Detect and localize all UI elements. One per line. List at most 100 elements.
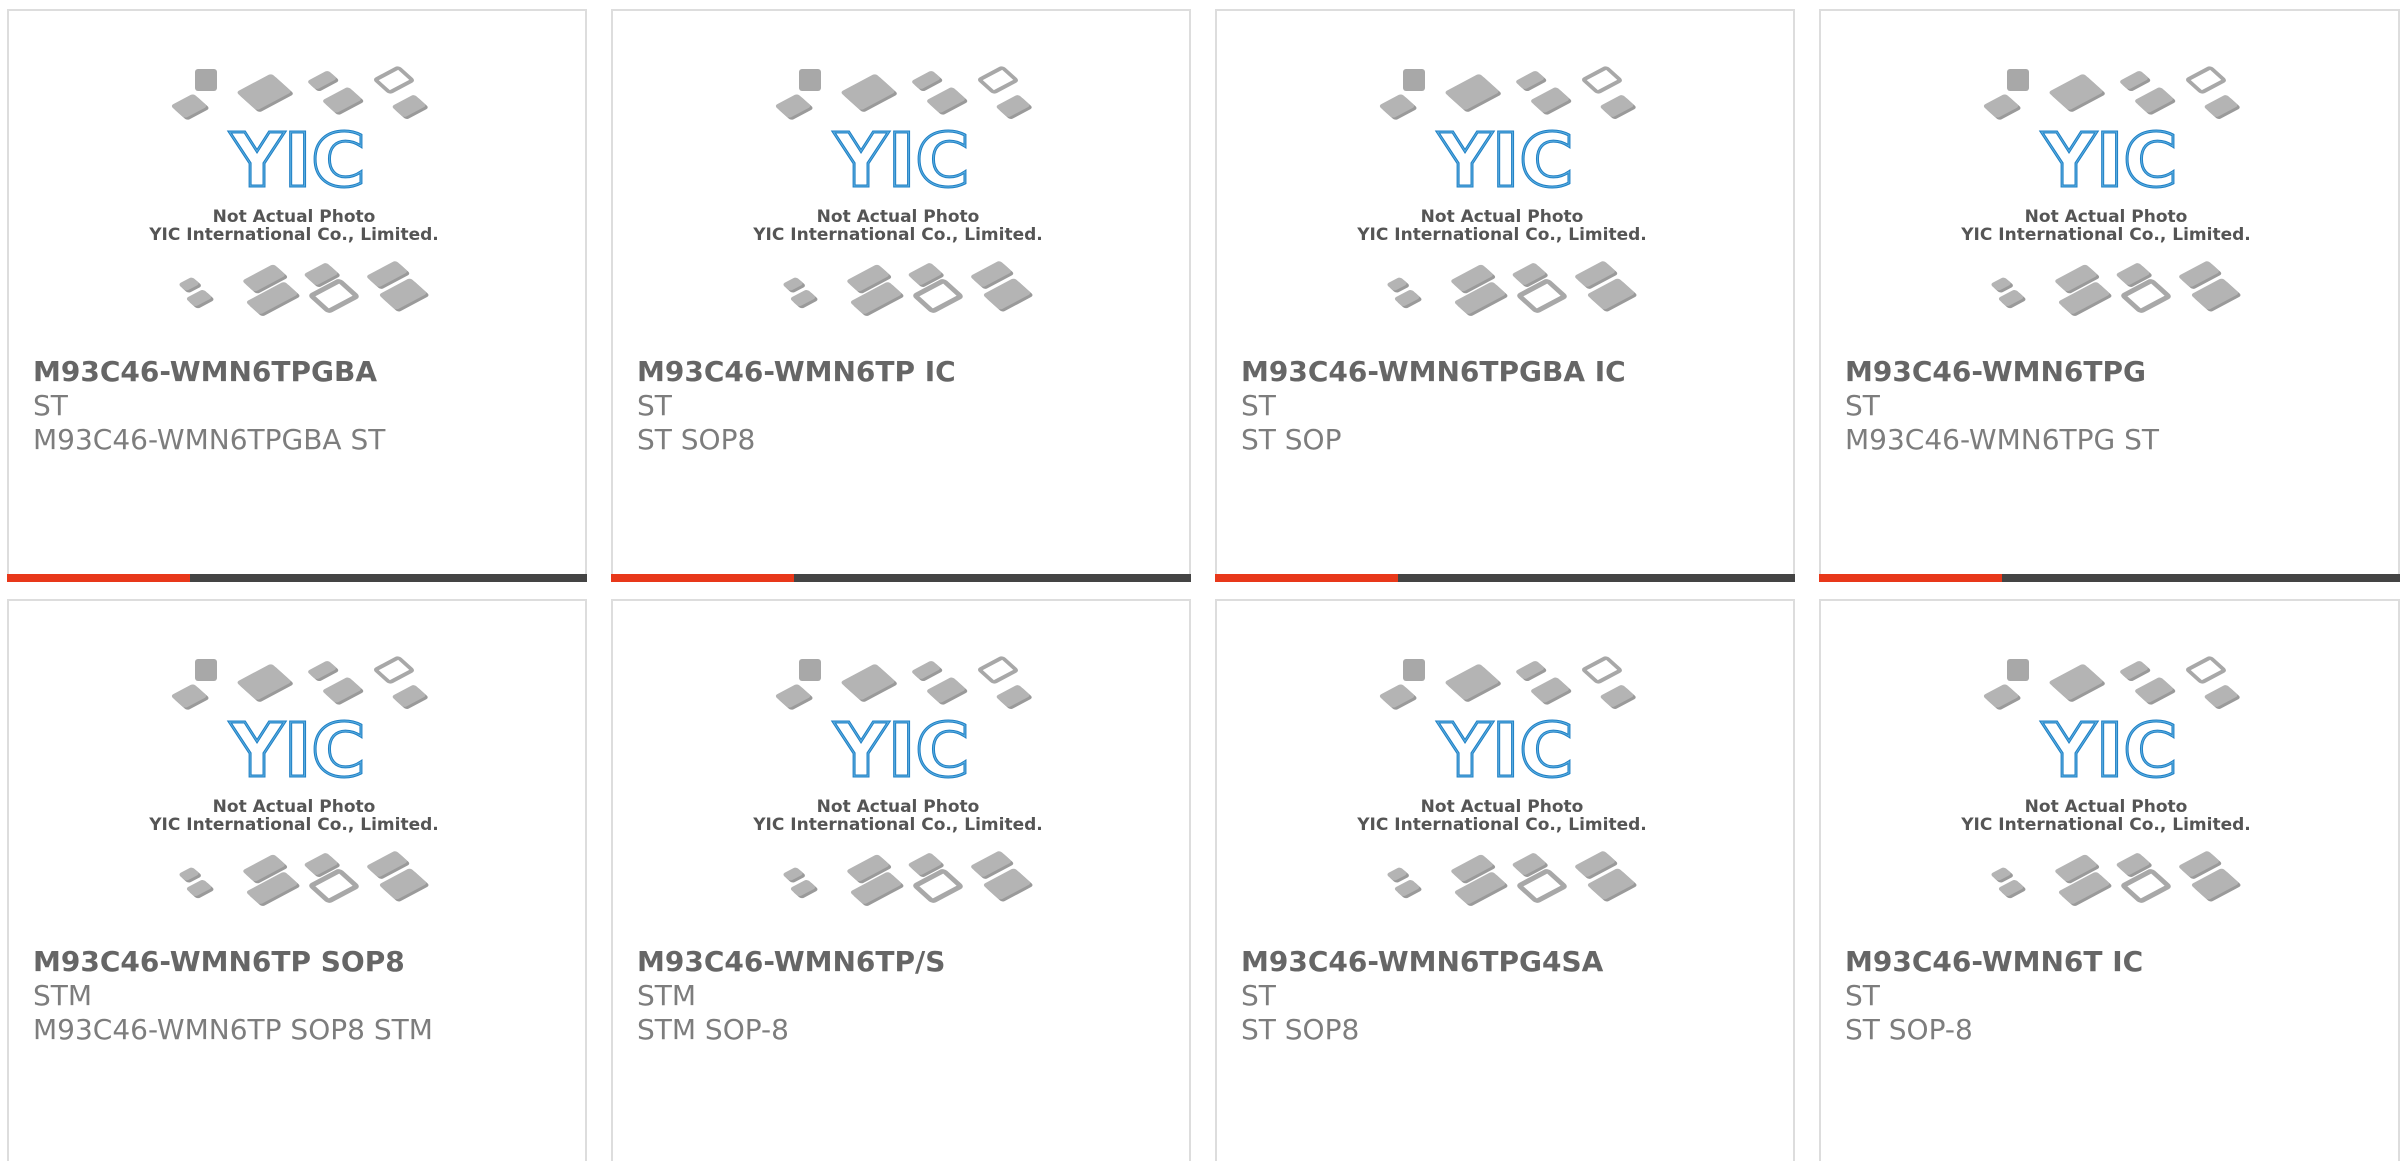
svg-text:YIC: YIC [1437, 708, 1573, 794]
chip-icon [775, 684, 813, 710]
svg-text:YIC: YIC [229, 708, 365, 794]
chip-icon [1983, 684, 2021, 710]
product-photo-placeholder: YIC YIC Not Actual Photo YIC International … [9, 601, 585, 941]
product-photo-placeholder: YIC YIC Not Actual Photo YIC International … [1217, 601, 1793, 941]
chip-icon [323, 677, 364, 705]
placeholder-image: YICYICNot Actual PhotoYIC International … [1960, 656, 2251, 906]
caption-company: YIC International Co., Limited. [1356, 815, 1647, 835]
caption-not-actual-photo: Not Actual Photo [2025, 207, 2188, 227]
product-description: ST SOP [1241, 423, 1342, 456]
product-photo-placeholder: YIC YIC Not Actual Photo YIC International … [613, 601, 1189, 941]
chip-icon [912, 661, 943, 682]
chip-icon [978, 656, 1018, 684]
placeholder-image: YICYICNot Actual PhotoYIC International … [148, 656, 439, 906]
product-name[interactable]: M93C46-WMN6TPGBA [33, 355, 569, 389]
chip-icon [2186, 66, 2226, 94]
product-brand: ST [1241, 389, 1276, 422]
product-card[interactable]: YIC YIC Not Actual Photo YIC International … [1819, 599, 2400, 1161]
product-card[interactable]: YIC YIC Not Actual Photo YIC International … [611, 9, 1191, 582]
chip-icon [1582, 66, 1622, 94]
chip-icon [799, 659, 821, 681]
product-description: ST SOP8 [1241, 1013, 1360, 1046]
chip-icon [237, 664, 293, 702]
chip-icon [775, 94, 813, 120]
placeholder-image: YICYICNot Actual PhotoYIC International … [1960, 66, 2251, 316]
product-brand: ST [1845, 389, 1880, 422]
product-description: STM SOP-8 [637, 1013, 789, 1046]
chip-icon [1531, 677, 1572, 705]
product-description: M93C46-WMN6TPGBA ST [33, 423, 386, 456]
caption-company: YIC International Co., Limited. [1960, 815, 2251, 835]
chip-icon [1991, 277, 2013, 293]
chip-icon [1379, 684, 1417, 710]
chip-icon [1516, 71, 1547, 92]
product-name[interactable]: M93C46-WMN6TPG4SA [1241, 945, 1777, 979]
chip-icon [1403, 69, 1425, 91]
placeholder-image: YICYICNot Actual PhotoYIC International … [1356, 656, 1647, 906]
product-brand: ST [33, 389, 68, 422]
caption-not-actual-photo: Not Actual Photo [213, 797, 376, 817]
caption-company: YIC International Co., Limited. [1960, 225, 2251, 245]
product-name[interactable]: M93C46-WMN6T IC [1845, 945, 2382, 979]
chip-icon [2204, 685, 2240, 709]
caption-company: YIC International Co., Limited. [752, 815, 1043, 835]
chip-icon [171, 684, 209, 710]
svg-text:YIC: YIC [2041, 118, 2177, 204]
chip-icon [179, 867, 201, 883]
chip-icon [912, 71, 943, 92]
chip-icon [1531, 87, 1572, 115]
product-card[interactable]: YIC YIC Not Actual Photo YIC International … [1215, 599, 1795, 1161]
caption-not-actual-photo: Not Actual Photo [1421, 207, 1584, 227]
chip-icon [1387, 277, 1409, 293]
chip-icon [195, 659, 217, 681]
caption-not-actual-photo: Not Actual Photo [213, 207, 376, 227]
product-photo-placeholder: YIC YIC Not Actual Photo YIC International … [1217, 11, 1793, 351]
product-grid: YIC YIC Not Actual Photo YIC International … [0, 0, 2400, 1161]
caption-not-actual-photo: Not Actual Photo [2025, 797, 2188, 817]
caption-company: YIC International Co., Limited. [148, 225, 439, 245]
product-name[interactable]: M93C46-WMN6TP SOP8 [33, 945, 569, 979]
product-photo-placeholder: YIC YIC Not Actual Photo YIC International … [9, 11, 585, 351]
product-name[interactable]: M93C46-WMN6TPG [1845, 355, 2382, 389]
chip-icon [392, 95, 428, 119]
product-card[interactable]: YIC YIC Not Actual Photo YIC International … [611, 599, 1191, 1161]
chip-icon [978, 66, 1018, 94]
product-description: M93C46-WMN6TP SOP8 STM [33, 1013, 433, 1046]
product-card[interactable]: YIC YIC Not Actual Photo YIC International … [7, 599, 587, 1161]
card-accent-bar [1215, 574, 1795, 582]
chip-icon [783, 867, 805, 883]
caption-company: YIC International Co., Limited. [148, 815, 439, 835]
svg-text:YIC: YIC [833, 708, 969, 794]
chip-icon [2204, 95, 2240, 119]
chip-icon [2007, 69, 2029, 91]
product-card[interactable]: YIC YIC Not Actual Photo YIC International … [1819, 9, 2400, 582]
chip-icon [996, 95, 1032, 119]
placeholder-image: YICYICNot Actual PhotoYIC International … [1356, 66, 1647, 316]
product-card[interactable]: YIC YIC Not Actual Photo YIC International … [1215, 9, 1795, 582]
chip-icon [392, 685, 428, 709]
chip-icon [841, 664, 897, 702]
chip-icon [841, 74, 897, 112]
product-brand: STM [637, 979, 697, 1012]
chip-icon [927, 87, 968, 115]
chip-icon [2135, 677, 2176, 705]
product-name[interactable]: M93C46-WMN6TP IC [637, 355, 1173, 389]
product-name[interactable]: M93C46-WMN6TP/S [637, 945, 1173, 979]
product-brand: ST [1845, 979, 1880, 1012]
chip-icon [2049, 664, 2105, 702]
caption-not-actual-photo: Not Actual Photo [817, 797, 980, 817]
svg-text:YIC: YIC [1437, 118, 1573, 204]
chip-icon [799, 69, 821, 91]
card-accent-bar [7, 574, 587, 582]
product-name[interactable]: M93C46-WMN6TPGBA IC [1241, 355, 1777, 389]
chip-icon [195, 69, 217, 91]
chip-icon [2049, 74, 2105, 112]
chip-icon [1403, 659, 1425, 681]
chip-icon [237, 74, 293, 112]
chip-icon [374, 66, 414, 94]
chip-icon [1991, 867, 2013, 883]
chip-icon [1582, 656, 1622, 684]
chip-icon [996, 685, 1032, 709]
product-card[interactable]: YIC YIC Not Actual Photo YIC International … [7, 9, 587, 582]
chip-icon [323, 87, 364, 115]
